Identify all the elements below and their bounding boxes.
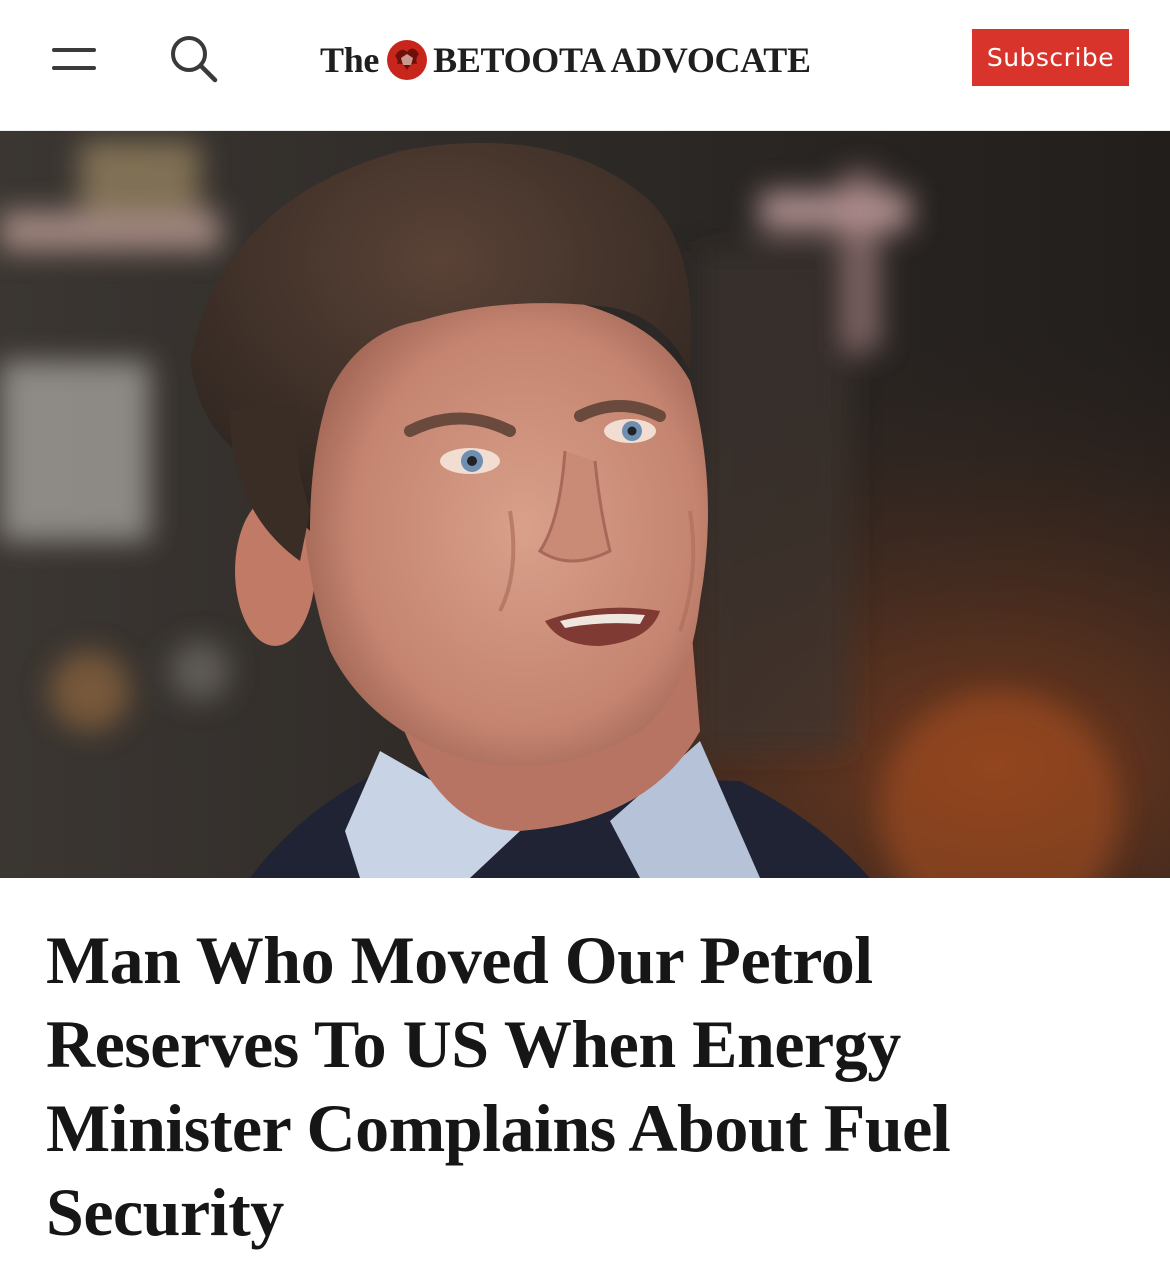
logo-name: BETOOTA ADVOCATE (433, 40, 811, 80)
hamburger-menu-icon[interactable] (52, 40, 96, 76)
site-header: The BETOOTA ADVOCATE Subscribe (0, 0, 1170, 131)
logo-prefix: The (320, 40, 380, 80)
article-headline[interactable]: Man Who Moved Our Petrol Reserves To US … (46, 918, 1136, 1254)
site-logo[interactable]: The BETOOTA ADVOCATE (320, 34, 811, 86)
hero-image (0, 131, 1170, 878)
subscribe-button[interactable]: Subscribe (972, 29, 1129, 86)
search-icon[interactable] (164, 30, 220, 86)
crest-emblem-icon (385, 38, 429, 82)
